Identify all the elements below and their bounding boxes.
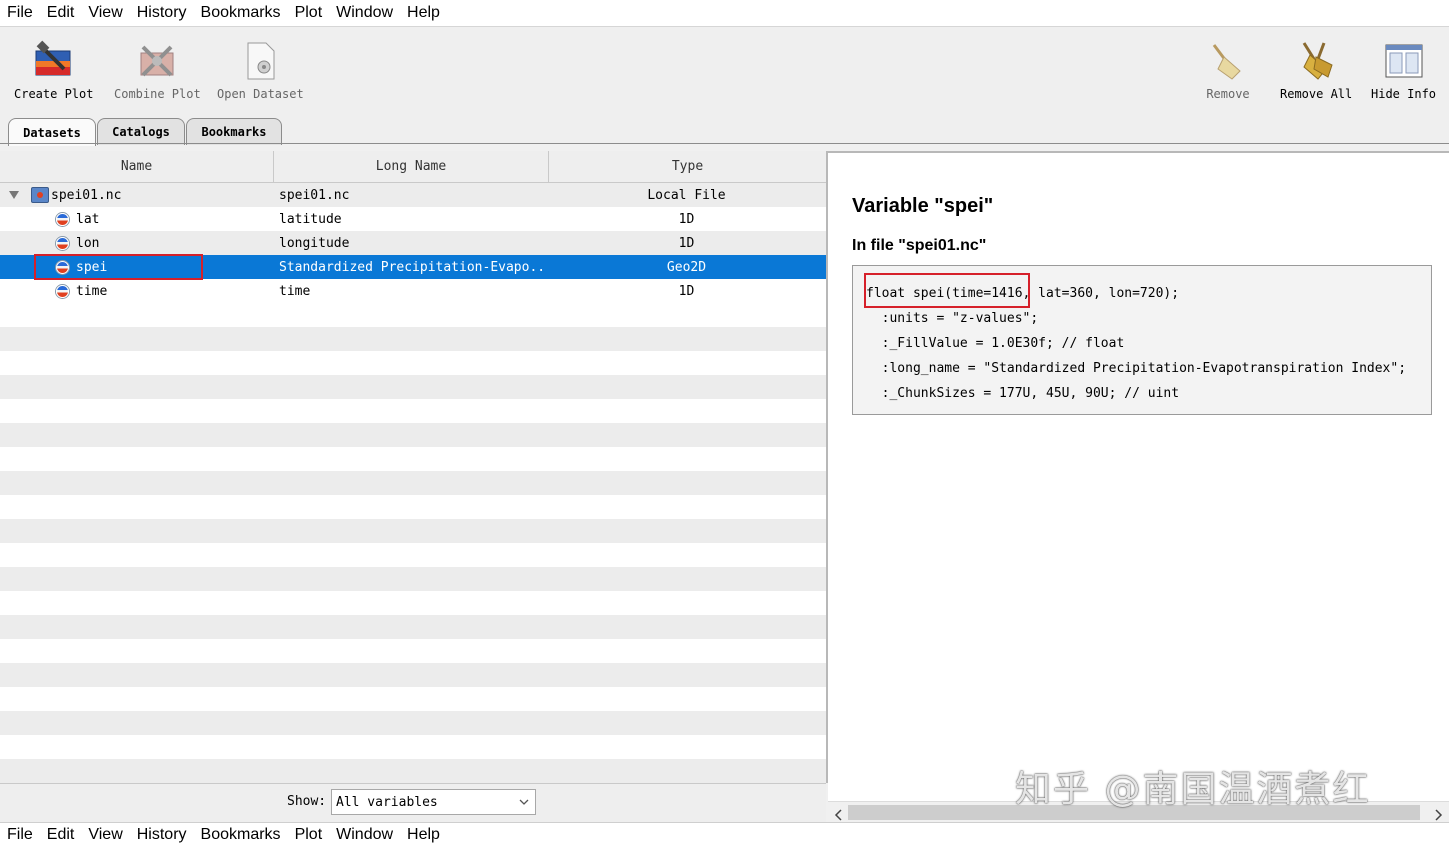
table-row-time[interactable]: time time 1D	[0, 279, 826, 303]
create-plot-icon	[32, 39, 76, 83]
empty-row	[0, 519, 826, 543]
highlight-box	[864, 273, 1030, 308]
row-long-name: spei01.nc	[279, 187, 350, 203]
column-header-type[interactable]: Type	[549, 151, 826, 183]
menu-help[interactable]: Help	[400, 4, 447, 22]
table-row-lon[interactable]: lon longitude 1D	[0, 231, 826, 255]
menu-view[interactable]: View	[81, 826, 129, 844]
chevron-down-icon	[519, 796, 529, 811]
row-name: spei01.nc	[51, 187, 122, 203]
row-long-name: time	[279, 283, 311, 299]
combine-plot-label: Combine Plot	[114, 87, 201, 101]
empty-row	[0, 375, 826, 399]
watermark: 知乎 @南国温酒煮红	[1015, 769, 1371, 810]
show-select-value: All variables	[336, 794, 438, 810]
dataset-table: Name Long Name Type spei01.nc spei01.nc …	[0, 151, 828, 783]
row-type: 1D	[678, 283, 695, 299]
row-type: 1D	[678, 211, 695, 227]
menu-plot[interactable]: Plot	[288, 4, 330, 22]
empty-row	[0, 423, 826, 447]
row-type: 1D	[678, 235, 695, 251]
code-line: :_ChunkSizes = 177U, 45U, 90U; // uint	[866, 386, 1180, 401]
file-title: In file "spei01.nc"	[852, 237, 987, 254]
open-dataset-icon	[238, 39, 282, 83]
menu-file[interactable]: File	[0, 4, 40, 22]
empty-row	[0, 327, 826, 351]
open-dataset-button[interactable]: Open Dataset	[217, 39, 304, 101]
variable-icon	[56, 207, 69, 231]
menu-bookmarks[interactable]: Bookmarks	[194, 4, 288, 22]
hide-info-label: Hide Info	[1371, 87, 1437, 101]
menu-history[interactable]: History	[130, 826, 194, 844]
row-long-name: Standardized Precipitation-Evapo..	[279, 259, 546, 275]
tab-divider	[0, 143, 1449, 144]
remove-label: Remove	[1206, 87, 1250, 101]
tab-bookmarks[interactable]: Bookmarks	[186, 118, 282, 145]
show-select[interactable]: All variables	[331, 789, 536, 815]
expand-toggle-icon[interactable]	[8, 183, 20, 207]
menu-view[interactable]: View	[81, 4, 129, 22]
variable-icon	[56, 231, 69, 255]
column-header-name[interactable]: Name	[0, 151, 274, 183]
row-type: Local File	[647, 187, 726, 203]
hide-info-icon	[1382, 39, 1426, 83]
row-type: Geo2D	[666, 259, 707, 275]
create-plot-button[interactable]: Create Plot	[14, 39, 93, 101]
empty-row	[0, 615, 826, 639]
variable-info-panel: Variable "spei" In file "spei01.nc" floa…	[828, 151, 1449, 824]
create-plot-label: Create Plot	[14, 87, 94, 101]
show-filter-bar: Show: All variables	[0, 783, 826, 822]
tab-catalogs[interactable]: Catalogs	[97, 118, 185, 145]
combine-plot-button[interactable]: Combine Plot	[114, 39, 201, 101]
hide-info-button[interactable]: Hide Info	[1371, 39, 1436, 101]
row-name: time	[76, 283, 108, 299]
menu-bar: File Edit View History Bookmarks Plot Wi…	[0, 0, 1449, 26]
tab-bar: Datasets Catalogs Bookmarks	[0, 114, 1449, 146]
brooms-icon	[1294, 39, 1338, 83]
show-label: Show:	[287, 794, 327, 809]
menu-edit[interactable]: Edit	[40, 826, 82, 844]
menu-window[interactable]: Window	[329, 826, 400, 844]
highlight-box	[34, 254, 203, 280]
dataset-file-icon	[31, 183, 49, 207]
table-row-spei01[interactable]: spei01.nc spei01.nc Local File	[0, 183, 826, 207]
row-name: lat	[76, 211, 100, 227]
menu-file[interactable]: File	[0, 826, 40, 844]
variable-icon	[56, 279, 69, 303]
menu-history[interactable]: History	[130, 4, 194, 22]
code-line: :_FillValue = 1.0E30f; // float	[866, 336, 1125, 351]
menu-edit[interactable]: Edit	[40, 4, 82, 22]
combine-plot-icon	[135, 39, 179, 83]
code-line: :units = "z-values";	[866, 311, 1039, 326]
broom-icon	[1206, 39, 1250, 83]
empty-row	[0, 471, 826, 495]
menu-help[interactable]: Help	[400, 826, 447, 844]
toolbar: Create Plot Combine Plot Open Dataset Re…	[0, 26, 1449, 115]
remove-all-label: Remove All	[1280, 87, 1353, 101]
table-row-lat[interactable]: lat latitude 1D	[0, 207, 826, 231]
menu-window[interactable]: Window	[329, 4, 400, 22]
column-header-long-name[interactable]: Long Name	[274, 151, 549, 183]
menu-plot[interactable]: Plot	[288, 826, 330, 844]
open-dataset-label: Open Dataset	[217, 87, 304, 101]
code-line: :long_name = "Standardized Precipitation…	[866, 361, 1407, 376]
remove-all-button[interactable]: Remove All	[1280, 39, 1352, 101]
empty-row	[0, 759, 826, 783]
remove-button[interactable]: Remove	[1206, 39, 1250, 101]
empty-row	[0, 663, 826, 687]
empty-row	[0, 567, 826, 591]
menu-bar-bottom: File Edit View History Bookmarks Plot Wi…	[0, 822, 1449, 847]
row-long-name: latitude	[279, 211, 342, 227]
menu-bookmarks[interactable]: Bookmarks	[194, 826, 288, 844]
row-name: lon	[76, 235, 100, 251]
row-long-name: longitude	[279, 235, 350, 251]
tab-datasets[interactable]: Datasets	[8, 118, 96, 146]
variable-title: Variable "spei"	[852, 195, 994, 217]
empty-row	[0, 711, 826, 735]
